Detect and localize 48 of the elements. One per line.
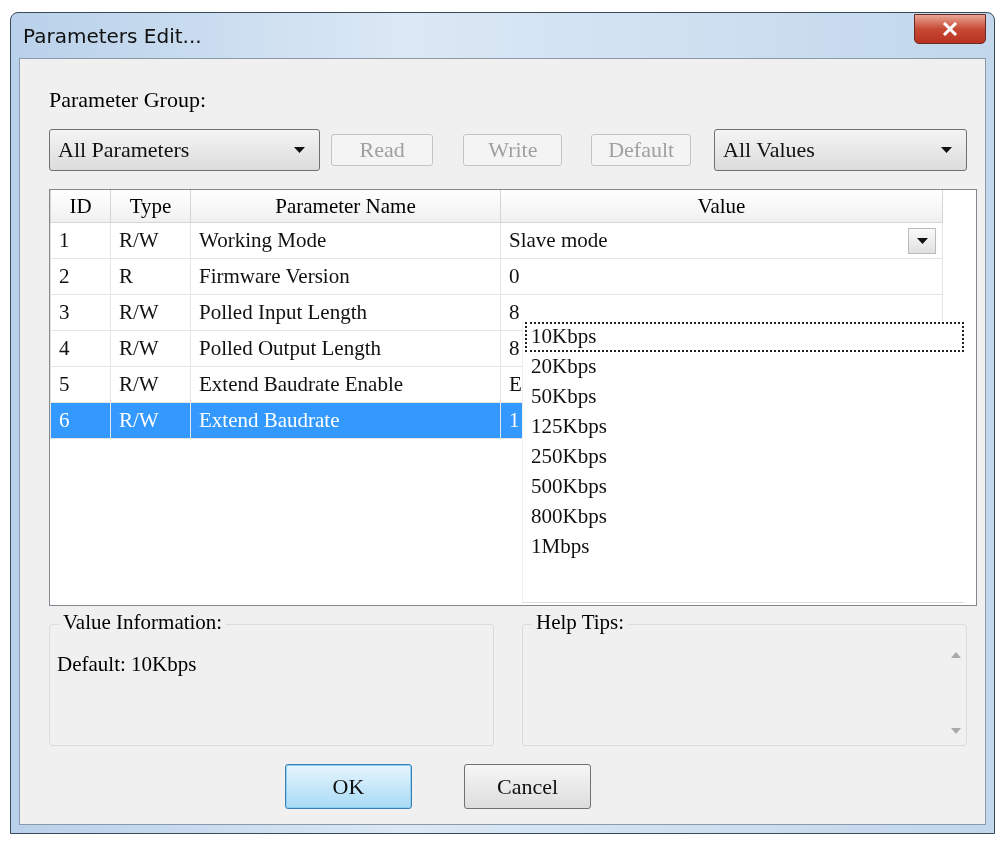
dropdown-option[interactable]: 125Kbps bbox=[525, 412, 964, 442]
dropdown-option[interactable]: 500Kbps bbox=[525, 472, 964, 502]
table-cell: Polled Input Length bbox=[190, 294, 501, 331]
table-cell: Working Mode bbox=[190, 222, 501, 259]
dropdown-option[interactable]: 250Kbps bbox=[525, 442, 964, 472]
dropdown[interactable]: All Values bbox=[714, 129, 967, 171]
column-header[interactable]: Type bbox=[110, 190, 191, 223]
dropdown-arrow-icon bbox=[916, 237, 928, 244]
dialog-button[interactable]: Cancel bbox=[464, 764, 591, 809]
table-cell: 3 bbox=[50, 294, 111, 331]
table-cell: Polled Output Length bbox=[190, 330, 501, 367]
table-cell: Extend Baudrate bbox=[190, 402, 501, 439]
value-info-text: Default: 10Kbps bbox=[57, 652, 197, 677]
dropdown-arrow-icon bbox=[941, 147, 952, 153]
group-label: Parameter Group: bbox=[49, 87, 207, 114]
dropdown-value: Slave mode bbox=[509, 228, 608, 253]
dropdown-option[interactable]: 10Kbps bbox=[525, 322, 964, 352]
dropdown-value: All Parameters bbox=[58, 137, 190, 163]
table-cell: R/W bbox=[110, 294, 191, 331]
dropdown-option[interactable]: 50Kbps bbox=[525, 382, 964, 412]
table-cell: R/W bbox=[110, 330, 191, 367]
table-cell: Firmware Version bbox=[190, 258, 501, 295]
close-button[interactable] bbox=[914, 13, 986, 44]
dropdown-option[interactable]: 1Mbps bbox=[525, 532, 964, 562]
dropdown-option[interactable]: 800Kbps bbox=[525, 502, 964, 532]
close-icon bbox=[942, 21, 958, 36]
table-cell: R/W bbox=[110, 222, 191, 259]
window-title: Parameters Edit... bbox=[23, 23, 202, 48]
table-cell: R bbox=[110, 258, 191, 295]
dialog-button[interactable]: OK bbox=[285, 764, 412, 809]
table-cell: 6 bbox=[50, 402, 111, 439]
column-header[interactable]: ID bbox=[50, 190, 111, 223]
value-dropdown[interactable]: Slave mode bbox=[500, 222, 943, 259]
column-header[interactable]: Parameter Name bbox=[190, 190, 501, 223]
table-cell: 5 bbox=[50, 366, 111, 403]
table-cell: 2 bbox=[50, 258, 111, 295]
table-cell: 1 bbox=[50, 222, 111, 259]
dropdown[interactable]: All Parameters bbox=[49, 129, 320, 171]
column-header[interactable]: Value bbox=[500, 190, 943, 223]
scroll-up-icon[interactable] bbox=[951, 652, 961, 658]
table-cell: Extend Baudrate Enable bbox=[190, 366, 501, 403]
scroll-down-icon[interactable] bbox=[951, 728, 961, 734]
table-cell: R/W bbox=[110, 402, 191, 439]
dropdown-arrow-icon bbox=[293, 147, 305, 153]
table-cell: 0 bbox=[500, 258, 943, 295]
table-cell: R/W bbox=[110, 366, 191, 403]
table-cell: 4 bbox=[50, 330, 111, 367]
dropdown-value: All Values bbox=[723, 137, 815, 163]
